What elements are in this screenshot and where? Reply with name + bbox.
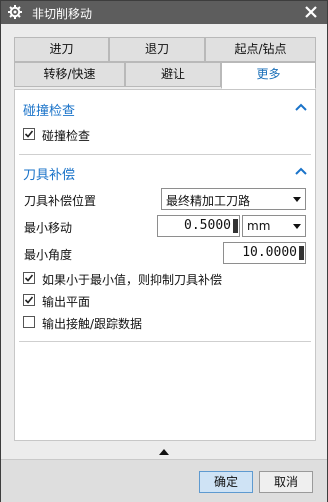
- chevron-down-icon: [293, 224, 301, 229]
- tab-bar: 进刀 退刀 起点/钻点 转移/快速 避让 更多: [14, 37, 316, 89]
- tab-engage[interactable]: 进刀: [14, 37, 109, 62]
- cancel-button[interactable]: 取消: [259, 471, 313, 493]
- tab-more[interactable]: 更多: [221, 62, 316, 89]
- dialog-window: 非切削移动 进刀 退刀 起点/钻点 转移/快速 避让 更多 碰撞检查 碰撞检查 …: [0, 0, 328, 502]
- section-title: 碰撞检查: [23, 104, 76, 119]
- collapse-arrow-icon[interactable]: [159, 449, 169, 455]
- dropdown-value: mm: [247, 219, 271, 233]
- collision-check-label: 碰撞检查: [42, 129, 91, 143]
- dropdown-value: 最终精加工刀路: [166, 194, 251, 208]
- collision-check-section-header[interactable]: 碰撞检查: [15, 96, 315, 120]
- min-move-input[interactable]: 0.5000: [157, 215, 240, 237]
- gear-icon: [8, 5, 22, 19]
- min-angle-value: 10.0000: [242, 245, 297, 260]
- tab-avoidance[interactable]: 避让: [125, 62, 221, 87]
- suppress-comp-row: 如果小于最小值，则抑制刀具补偿: [15, 268, 315, 290]
- section-divider: [19, 154, 311, 155]
- min-angle-label: 最小角度: [24, 248, 73, 262]
- output-contact-row: 输出接触/跟踪数据: [15, 312, 315, 334]
- window-title: 非切削移动: [32, 7, 93, 21]
- chevron-up-icon[interactable]: [295, 102, 307, 112]
- tool-comp-position-dropdown[interactable]: 最终精加工刀路: [161, 188, 306, 210]
- min-angle-input[interactable]: 10.0000: [223, 242, 306, 264]
- tool-comp-section-header[interactable]: 刀具补偿: [15, 160, 315, 184]
- section-title: 刀具补偿: [23, 168, 76, 183]
- output-contact-label: 输出接触/跟踪数据: [42, 317, 143, 331]
- suppress-comp-checkbox[interactable]: [23, 272, 35, 284]
- collision-check-checkbox[interactable]: [23, 128, 35, 140]
- min-angle-row: 最小角度 10.0000: [15, 242, 315, 264]
- spin-handle[interactable]: [299, 246, 304, 260]
- suppress-comp-label: 如果小于最小值，则抑制刀具补偿: [42, 273, 223, 287]
- tab-transfer-rapid[interactable]: 转移/快速: [14, 62, 125, 87]
- spin-handle[interactable]: [233, 219, 238, 233]
- tab-start-drill-points[interactable]: 起点/钻点: [205, 37, 316, 62]
- chevron-up-icon[interactable]: [295, 166, 307, 176]
- output-contact-checkbox[interactable]: [23, 316, 35, 328]
- output-plane-label: 输出平面: [42, 295, 91, 309]
- chevron-down-icon: [293, 197, 301, 202]
- section-divider: [19, 341, 311, 342]
- tool-comp-position-label: 刀具补偿位置: [24, 194, 97, 208]
- tab-content-panel: 碰撞检查 碰撞检查 刀具补偿 刀具补偿位置 最终精加工刀路 最小移动 0.500…: [14, 89, 316, 441]
- output-plane-row: 输出平面: [15, 290, 315, 312]
- dialog-footer: 确定 取消: [1, 459, 327, 502]
- tab-retract[interactable]: 退刀: [109, 37, 205, 62]
- title-bar[interactable]: 非切削移动: [1, 1, 327, 24]
- min-move-row: 最小移动 0.5000 mm: [15, 215, 315, 237]
- ok-button[interactable]: 确定: [199, 471, 253, 493]
- min-move-unit-dropdown[interactable]: mm: [242, 215, 306, 237]
- min-move-label: 最小移动: [24, 221, 73, 235]
- output-plane-checkbox[interactable]: [23, 294, 35, 306]
- collision-check-row: 碰撞检查: [15, 124, 315, 146]
- tool-comp-position-row: 刀具补偿位置 最终精加工刀路: [15, 188, 315, 210]
- min-move-value: 0.5000: [184, 218, 231, 233]
- close-icon[interactable]: [303, 4, 319, 20]
